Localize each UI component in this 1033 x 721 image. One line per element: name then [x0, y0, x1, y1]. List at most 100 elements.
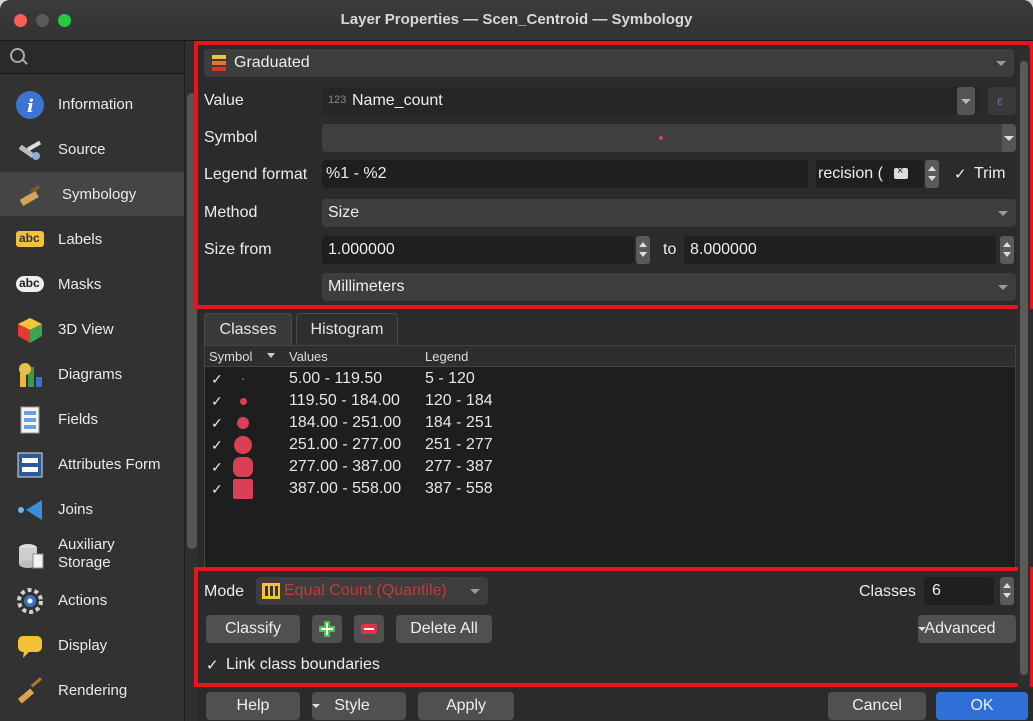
button-label: Apply	[445, 697, 487, 714]
row-checkbox[interactable]: ✓	[211, 415, 223, 432]
add-class-button[interactable]	[312, 615, 342, 643]
mode-label: Mode	[204, 583, 245, 600]
table-row[interactable]: ✓ 277.00 - 387.00 277 - 387	[205, 456, 1015, 478]
row-legend[interactable]: 120 - 184	[425, 392, 493, 410]
symbol-button[interactable]	[322, 124, 1016, 152]
column-header-symbol[interactable]: Symbol	[209, 349, 252, 364]
scrollbar-thumb[interactable]	[1020, 61, 1028, 675]
sidebar-item-attributes-form[interactable]: Attributes Form	[0, 442, 184, 486]
column-header-legend[interactable]: Legend	[425, 349, 468, 364]
table-row[interactable]: ✓ 387.00 - 558.00 387 - 558	[205, 478, 1015, 500]
row-legend[interactable]: 387 - 558	[425, 480, 493, 498]
ok-button[interactable]: OK	[936, 692, 1028, 720]
clear-icon[interactable]: ×	[894, 165, 908, 179]
masks-icon-text: abc	[19, 276, 40, 290]
class-symbol[interactable]	[233, 479, 253, 499]
method-select[interactable]: Size	[322, 199, 1016, 227]
row-values[interactable]: 387.00 - 558.00	[289, 480, 401, 498]
row-checkbox[interactable]: ✓	[211, 437, 223, 454]
apply-button[interactable]: Apply	[418, 692, 514, 720]
sidebar-search[interactable]	[0, 41, 184, 74]
sidebar-item-symbology[interactable]: Symbology	[0, 172, 184, 216]
sidebar-item-masks[interactable]: abc Masks	[0, 262, 184, 306]
size-from-value: 1.000000	[328, 241, 395, 258]
advanced-button[interactable]: Advanced	[918, 615, 1016, 643]
panel-scrollbar[interactable]	[1018, 49, 1030, 689]
sidebar-item-display[interactable]: Display	[0, 623, 184, 667]
sidebar-scrollbar[interactable]	[184, 41, 199, 721]
remove-class-button[interactable]	[354, 615, 384, 643]
row-values[interactable]: 184.00 - 251.00	[289, 414, 401, 432]
sidebar-item-fields[interactable]: Fields	[0, 397, 184, 441]
cube-icon	[16, 316, 44, 344]
sidebar-item-3d-view[interactable]: 3D View	[0, 307, 184, 351]
tab-classes[interactable]: Classes	[204, 313, 292, 345]
link-boundaries-checkbox[interactable]: ✓	[206, 656, 219, 674]
column-header-values[interactable]: Values	[289, 349, 328, 364]
sidebar-item-labels[interactable]: abc Labels	[0, 217, 184, 261]
classify-button[interactable]: Classify	[206, 615, 300, 643]
sidebar-item-information[interactable]: i Information	[0, 82, 184, 126]
sidebar-item-actions[interactable]: Actions	[0, 578, 184, 622]
table-row[interactable]: ✓ 119.50 - 184.00 120 - 184	[205, 390, 1015, 412]
value-field[interactable]: 123 Name_count	[322, 87, 979, 115]
sidebar-item-auxiliary-storage[interactable]: Auxiliary Storage	[0, 532, 184, 578]
size-to-stepper[interactable]	[1000, 236, 1014, 264]
class-symbol[interactable]	[234, 436, 252, 454]
classes-spinbox[interactable]: 6	[924, 577, 994, 605]
method-value: Size	[328, 204, 360, 221]
row-values[interactable]: 277.00 - 387.00	[289, 458, 401, 476]
row-legend[interactable]: 5 - 120	[425, 370, 475, 388]
sidebar-item-joins[interactable]: Joins	[0, 487, 184, 531]
row-checkbox[interactable]: ✓	[211, 459, 223, 476]
row-legend[interactable]: 277 - 387	[425, 458, 493, 476]
graduated-icon	[212, 55, 226, 71]
row-values[interactable]: 119.50 - 184.00	[289, 392, 400, 410]
table-row[interactable]: ✓ 5.00 - 119.50 5 - 120	[205, 368, 1015, 390]
scrollbar-thumb[interactable]	[187, 93, 197, 549]
table-row[interactable]: ✓ 184.00 - 251.00 184 - 251	[205, 412, 1015, 434]
sidebar-item-label: Labels	[58, 231, 103, 248]
legend-format-input[interactable]: %1 - %2	[322, 160, 808, 188]
row-values[interactable]: 5.00 - 119.50	[289, 370, 382, 388]
size-to-input[interactable]: 8.000000	[684, 236, 996, 264]
class-symbol[interactable]	[242, 378, 244, 380]
row-values[interactable]: 251.00 - 277.00	[289, 436, 401, 454]
class-symbol[interactable]	[237, 417, 249, 429]
plus-icon	[319, 621, 335, 637]
sidebar-item-label: Rendering	[58, 682, 128, 699]
size-from-stepper[interactable]	[636, 236, 650, 264]
sidebar-item-rendering[interactable]: Rendering	[0, 668, 184, 712]
tab-label: Classes	[219, 321, 277, 338]
chevron-down-icon	[998, 285, 1008, 290]
row-checkbox[interactable]: ✓	[211, 371, 223, 388]
expression-button[interactable]: ε	[988, 87, 1016, 115]
row-legend[interactable]: 251 - 277	[425, 436, 493, 454]
value-dropdown-button[interactable]	[957, 87, 975, 115]
row-checkbox[interactable]: ✓	[211, 481, 223, 498]
delete-all-button[interactable]: Delete All	[396, 615, 492, 643]
precision-stepper[interactable]	[925, 160, 939, 188]
row-checkbox[interactable]: ✓	[211, 393, 223, 410]
labels-icon: abc	[16, 231, 44, 247]
symbol-label: Symbol	[204, 129, 258, 146]
mode-select[interactable]: Equal Count (Quantile)	[256, 577, 488, 605]
precision-spinbox[interactable]: recision ( ×	[816, 160, 924, 188]
sidebar-item-label: Display	[58, 637, 108, 654]
tab-histogram[interactable]: Histogram	[296, 313, 398, 345]
help-button[interactable]: Help	[206, 692, 300, 720]
size-from-input[interactable]: 1.000000	[322, 236, 634, 264]
trim-checkbox[interactable]: ✓	[954, 165, 967, 183]
style-button[interactable]: Style	[312, 692, 406, 720]
cancel-button[interactable]: Cancel	[828, 692, 926, 720]
class-symbol[interactable]	[233, 457, 253, 477]
class-symbol[interactable]	[240, 398, 247, 405]
classes-stepper[interactable]	[1000, 577, 1014, 605]
sidebar-item-diagrams[interactable]: Diagrams	[0, 352, 184, 396]
table-row[interactable]: ✓ 251.00 - 277.00 251 - 277	[205, 434, 1015, 456]
symbol-dropdown-button[interactable]	[1002, 124, 1016, 152]
row-legend[interactable]: 184 - 251	[425, 414, 493, 432]
sidebar-item-source[interactable]: Source	[0, 127, 184, 171]
unit-select[interactable]: Millimeters	[322, 273, 1016, 301]
renderer-select[interactable]: Graduated	[204, 49, 1014, 77]
